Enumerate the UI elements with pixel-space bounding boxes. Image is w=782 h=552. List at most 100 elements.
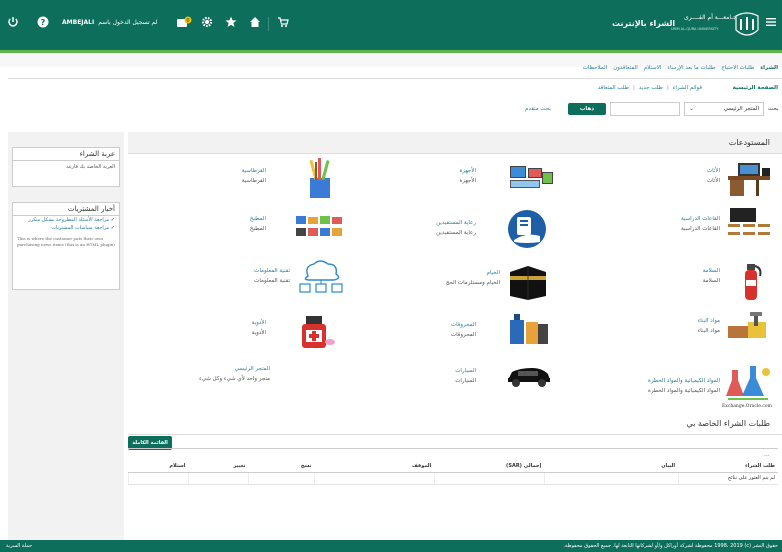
store-medicine[interactable]: الأدوية الأدوية bbox=[200, 320, 266, 348]
table-row: لم يتم العثور على نتائج bbox=[128, 472, 778, 485]
news-item-policies[interactable]: ✓ مراجعة سياسات المشتريات bbox=[13, 224, 119, 232]
store-title[interactable]: الأدوية bbox=[252, 320, 266, 326]
col-total[interactable]: إجمالي (SAR) bbox=[434, 460, 545, 473]
store-title[interactable]: السيارات bbox=[455, 368, 476, 374]
university-name-label: جـامعـــة أم القــــرى bbox=[684, 14, 737, 21]
fuel-cans-icon[interactable] bbox=[508, 312, 550, 350]
home-icon[interactable] bbox=[248, 16, 262, 30]
store-title[interactable]: الأجهزة bbox=[459, 168, 476, 174]
tab-receiving[interactable]: الاستلام bbox=[644, 65, 662, 77]
col-change[interactable]: تغيير bbox=[188, 460, 249, 473]
store-chemicals[interactable]: المواد الكيميائية والمواد الخطرة المواد … bbox=[560, 378, 720, 406]
computer-devices-icon[interactable] bbox=[508, 164, 554, 194]
store-title[interactable]: القرطاسية bbox=[242, 168, 266, 174]
medicine-bottle-icon[interactable] bbox=[296, 314, 336, 352]
fire-extinguisher-icon[interactable] bbox=[738, 262, 764, 304]
home-link[interactable]: الصفحة الرئيسية bbox=[733, 85, 778, 91]
store-title[interactable]: السلامة bbox=[703, 268, 720, 274]
requests-divider bbox=[128, 434, 782, 435]
store-building-materials[interactable]: مواد البناء مواد البناء bbox=[620, 318, 720, 346]
subnav-contractor-request[interactable]: طلب المتعاقد bbox=[598, 85, 629, 91]
store-cars[interactable]: السيارات السيارات bbox=[410, 368, 476, 396]
news-item-label: مراجعة سياسات المشتريات bbox=[51, 225, 110, 231]
store-subtitle: القاعات الدراسية bbox=[680, 226, 720, 232]
svg-text:?: ? bbox=[41, 18, 46, 27]
store-title[interactable]: المطبخ bbox=[250, 216, 266, 222]
go-button[interactable]: ذهاب bbox=[568, 103, 606, 115]
news-item-faq[interactable]: ✓ مراجعة الأسئلة المطروحة بشكل متكرر bbox=[13, 216, 119, 224]
main-nav: الشراء طلبات الاحتياج طلبات ما بعد الإرس… bbox=[583, 65, 778, 77]
store-tents[interactable]: الخيام الخيام ومستلزمات الحج bbox=[410, 270, 500, 298]
hamburger-menu-icon[interactable] bbox=[766, 17, 776, 27]
classroom-icon[interactable] bbox=[726, 206, 772, 244]
favorites-icon[interactable] bbox=[224, 16, 238, 30]
store-subtitle: رعاية المستفيدين bbox=[436, 230, 476, 236]
chemistry-flasks-icon[interactable] bbox=[724, 362, 772, 404]
app-title: الشراء بالإنترنت bbox=[612, 19, 676, 28]
attribution-text: Exchange.Oracle.com bbox=[722, 404, 772, 409]
store-title[interactable]: تقنية المعلومات bbox=[254, 268, 290, 274]
svg-text:0: 0 bbox=[186, 18, 189, 24]
tab-purchasing[interactable]: الشراء bbox=[760, 65, 778, 77]
settings-icon[interactable] bbox=[200, 16, 214, 30]
col-request[interactable]: طلب الشراء bbox=[678, 460, 778, 473]
store-it[interactable]: تقنية المعلومات تقنية المعلومات bbox=[200, 268, 290, 296]
chevron-down-icon: ⌄ bbox=[689, 105, 695, 112]
power-icon[interactable] bbox=[6, 16, 20, 30]
separator: | bbox=[666, 85, 669, 91]
subnav-new-request[interactable]: طلب جديد bbox=[639, 85, 663, 91]
cart-empty-text: العربة الخاصة بك فارغة bbox=[66, 164, 115, 170]
store-title[interactable]: المواد الكيميائية والمواد الخطرة bbox=[648, 378, 720, 384]
subnav-purchase-lists[interactable]: قوائم الشراء bbox=[673, 85, 702, 91]
search-input[interactable] bbox=[610, 102, 680, 116]
store-safety[interactable]: السلامة السلامة bbox=[620, 268, 720, 296]
building-materials-icon[interactable] bbox=[724, 310, 772, 344]
stationery-pencils-icon[interactable] bbox=[300, 156, 340, 202]
col-description[interactable]: البيان bbox=[544, 460, 679, 473]
furniture-desk-icon[interactable] bbox=[726, 160, 772, 200]
privacy-link[interactable]: حملة السرية bbox=[6, 543, 32, 549]
col-receive[interactable]: استلام bbox=[128, 460, 189, 473]
store-fuel[interactable]: المحروقات المحروقات bbox=[410, 322, 476, 350]
tab-requisitions[interactable]: طلبات الاحتياج bbox=[721, 65, 754, 77]
store-title[interactable]: الأثاث bbox=[707, 168, 720, 174]
store-main[interactable]: المتجر الرئيسي متجر واحد لأي شيء وكل شيء bbox=[180, 366, 270, 394]
advanced-search-link[interactable]: بحث متقدم bbox=[525, 106, 551, 112]
beneficiary-care-icon[interactable] bbox=[506, 208, 548, 252]
table-cell bbox=[128, 472, 189, 485]
store-devices[interactable]: الأجهزة الأجهزة bbox=[410, 168, 476, 196]
col-status[interactable]: الموقف bbox=[314, 460, 435, 473]
search-select-value: المتجر الرئيسي bbox=[723, 106, 759, 112]
store-furniture[interactable]: الأثاث الأثاث bbox=[620, 168, 720, 196]
help-icon[interactable]: ? bbox=[36, 16, 50, 30]
car-icon[interactable] bbox=[506, 364, 552, 390]
col-copy[interactable]: نسخ bbox=[248, 460, 315, 473]
cloud-network-icon[interactable] bbox=[296, 258, 346, 298]
store-title[interactable]: المحروقات bbox=[451, 322, 476, 328]
separator: | bbox=[633, 85, 635, 91]
store-title[interactable]: رعاية المستفيدين bbox=[436, 220, 476, 226]
store-subtitle: الخيام ومستلزمات الحج bbox=[445, 280, 500, 286]
kaaba-tent-icon[interactable] bbox=[506, 262, 548, 302]
table-top-border bbox=[128, 448, 778, 449]
store-title[interactable]: القاعات الدراسية bbox=[681, 216, 720, 222]
store-title[interactable]: الخيام bbox=[487, 270, 501, 276]
store-classrooms[interactable]: القاعات الدراسية القاعات الدراسية bbox=[620, 216, 720, 244]
store-kitchen[interactable]: المطبخ المطبخ bbox=[200, 216, 266, 244]
tab-post-award[interactable]: طلبات ما بعد الإرساء bbox=[667, 65, 715, 77]
tab-contractors[interactable]: المتعاقدون bbox=[613, 65, 638, 77]
table-cell bbox=[188, 472, 249, 485]
search-store-select[interactable]: المتجر الرئيسي ⌄ bbox=[684, 102, 764, 116]
store-beneficiary-care[interactable]: رعاية المستفيدين رعاية المستفيدين bbox=[410, 220, 476, 248]
store-subtitle: الأجهزة bbox=[459, 178, 476, 184]
store-stationery[interactable]: القرطاسية القرطاسية bbox=[200, 168, 266, 196]
store-title[interactable]: مواد البناء bbox=[698, 318, 720, 324]
cart-icon[interactable] bbox=[276, 16, 290, 30]
kitchen-appliances-icon[interactable] bbox=[294, 214, 344, 240]
table-cell bbox=[313, 472, 435, 485]
store-title[interactable]: المتجر الرئيسي bbox=[235, 366, 270, 372]
notifications-icon[interactable]: 0 bbox=[176, 16, 194, 30]
tab-notes[interactable]: الملاحظات bbox=[583, 65, 607, 77]
sidebar bbox=[8, 132, 124, 544]
more-options-icon[interactable]: ... bbox=[764, 451, 770, 458]
